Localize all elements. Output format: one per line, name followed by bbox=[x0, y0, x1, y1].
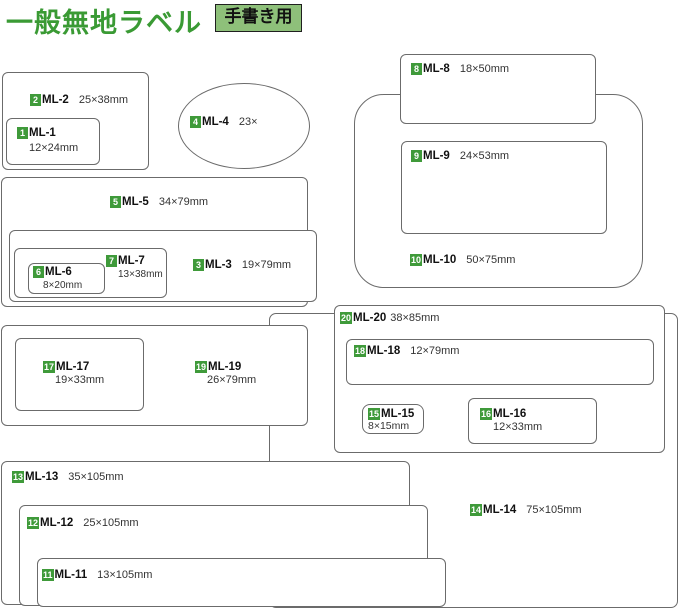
label-code-ml11: ML-11 bbox=[54, 569, 88, 581]
label-code-ml20: ML-20 bbox=[353, 312, 387, 324]
label-shape-ml11 bbox=[37, 558, 446, 607]
label-text-ml6: 6 ML-6 8×20mm bbox=[33, 266, 82, 292]
label-text-ml2: 2 ML-2 25×38mm bbox=[30, 94, 128, 107]
label-number-ml3: 3 bbox=[193, 259, 204, 271]
label-number-ml14: 14 bbox=[470, 504, 483, 516]
label-code-ml2: ML-2 bbox=[42, 94, 69, 106]
label-text-ml20: 20 ML-20 38×85mm bbox=[340, 312, 439, 325]
label-text-ml1: 1 ML-1 12×24mm bbox=[17, 127, 78, 155]
label-number-ml9: 9 bbox=[411, 150, 422, 162]
label-code-ml14: ML-14 bbox=[483, 504, 517, 516]
label-text-ml9: 9 ML-9 24×53mm bbox=[411, 150, 509, 163]
label-number-ml10: 10 bbox=[410, 254, 423, 266]
label-number-ml6: 6 bbox=[33, 266, 44, 278]
label-code-ml17: ML-17 bbox=[56, 361, 90, 373]
label-size-ml18: 12×79mm bbox=[410, 345, 460, 357]
label-size-ml14: 75×105mm bbox=[526, 504, 582, 516]
label-number-ml15: 15 bbox=[368, 408, 381, 420]
label-text-ml15: 15 ML-15 8×15mm bbox=[368, 408, 414, 432]
handwriting-badge: 手書き用 bbox=[215, 4, 302, 32]
label-text-ml19: 19 ML-19 26×79mm bbox=[195, 361, 256, 387]
label-code-ml6: ML-6 bbox=[45, 266, 72, 278]
label-size-ml8: 18×50mm bbox=[459, 63, 510, 75]
page-title: 一般無地ラベル bbox=[6, 8, 202, 39]
label-number-ml2: 2 bbox=[30, 94, 41, 106]
label-text-ml18: 18 ML-18 12×79mm bbox=[354, 345, 459, 358]
label-number-ml17: 17 bbox=[43, 361, 56, 373]
label-code-ml4: ML-4 bbox=[202, 116, 229, 128]
label-text-ml12: 12 ML-12 25×105mm bbox=[27, 517, 139, 530]
label-size-ml7: 13×38mm bbox=[118, 269, 163, 280]
label-size-ml3: 19×79mm bbox=[241, 259, 292, 271]
label-number-ml11: 11 bbox=[42, 569, 54, 581]
label-code-ml15: ML-15 bbox=[381, 408, 415, 420]
label-size-ml4: 23× bbox=[238, 116, 258, 128]
label-code-ml1: ML-1 bbox=[29, 127, 56, 139]
label-size-ml15: 8×15mm bbox=[368, 420, 410, 432]
label-number-ml7: 7 bbox=[106, 255, 117, 267]
label-text-ml4: 4 ML-4 23× bbox=[190, 116, 258, 129]
label-code-ml3: ML-3 bbox=[205, 259, 232, 271]
label-size-ml9: 24×53mm bbox=[459, 150, 510, 162]
label-code-ml10: ML-10 bbox=[423, 254, 457, 266]
label-size-ml11: 13×105mm bbox=[97, 569, 153, 581]
label-text-ml11: 11 ML-11 13×105mm bbox=[42, 569, 152, 582]
label-size-ml20: 38×85mm bbox=[390, 312, 440, 324]
label-size-ml17: 19×33mm bbox=[55, 374, 105, 386]
label-number-ml5: 5 bbox=[110, 196, 121, 208]
label-text-ml14: 14 ML-14 75×105mm bbox=[470, 504, 582, 517]
label-code-ml18: ML-18 bbox=[367, 345, 401, 357]
label-text-ml17: 17 ML-17 19×33mm bbox=[43, 361, 104, 387]
label-code-ml19: ML-19 bbox=[208, 361, 242, 373]
label-text-ml13: 13 ML-13 35×105mm bbox=[12, 471, 124, 484]
label-number-ml18: 18 bbox=[354, 345, 367, 357]
label-code-ml9: ML-9 bbox=[423, 150, 450, 162]
label-number-ml16: 16 bbox=[480, 408, 493, 420]
label-code-ml5: ML-5 bbox=[122, 196, 149, 208]
label-code-ml8: ML-8 bbox=[423, 63, 450, 75]
label-size-ml12: 25×105mm bbox=[83, 517, 139, 529]
label-number-ml13: 13 bbox=[12, 471, 25, 483]
label-text-ml3: 3 ML-3 19×79mm bbox=[193, 259, 291, 272]
label-size-ml10: 50×75mm bbox=[466, 254, 516, 266]
label-number-ml19: 19 bbox=[195, 361, 208, 373]
label-text-ml7: 7 ML-7 13×38mm bbox=[106, 255, 163, 281]
label-size-ml19: 26×79mm bbox=[207, 374, 257, 386]
label-size-ml16: 12×33mm bbox=[493, 421, 543, 433]
label-size-ml2: 25×38mm bbox=[78, 94, 129, 106]
label-number-ml20: 20 bbox=[340, 312, 353, 324]
label-text-ml5: 5 ML-5 34×79mm bbox=[110, 196, 208, 209]
label-code-ml7: ML-7 bbox=[118, 255, 145, 267]
label-code-ml16: ML-16 bbox=[493, 408, 527, 420]
label-number-ml1: 1 bbox=[17, 127, 28, 139]
label-number-ml4: 4 bbox=[190, 116, 201, 128]
label-text-ml8: 8 ML-8 18×50mm bbox=[411, 63, 509, 76]
label-size-ml13: 35×105mm bbox=[68, 471, 124, 483]
label-code-ml12: ML-12 bbox=[40, 517, 74, 529]
label-text-ml10: 10 ML-10 50×75mm bbox=[410, 254, 515, 267]
label-number-ml8: 8 bbox=[411, 63, 422, 75]
label-size-ml6: 8×20mm bbox=[43, 280, 83, 291]
label-text-ml16: 16 ML-16 12×33mm bbox=[480, 408, 542, 434]
label-code-ml13: ML-13 bbox=[25, 471, 59, 483]
label-size-ml5: 34×79mm bbox=[158, 196, 209, 208]
label-number-ml12: 12 bbox=[27, 517, 40, 529]
label-size-ml1: 12×24mm bbox=[29, 142, 79, 154]
